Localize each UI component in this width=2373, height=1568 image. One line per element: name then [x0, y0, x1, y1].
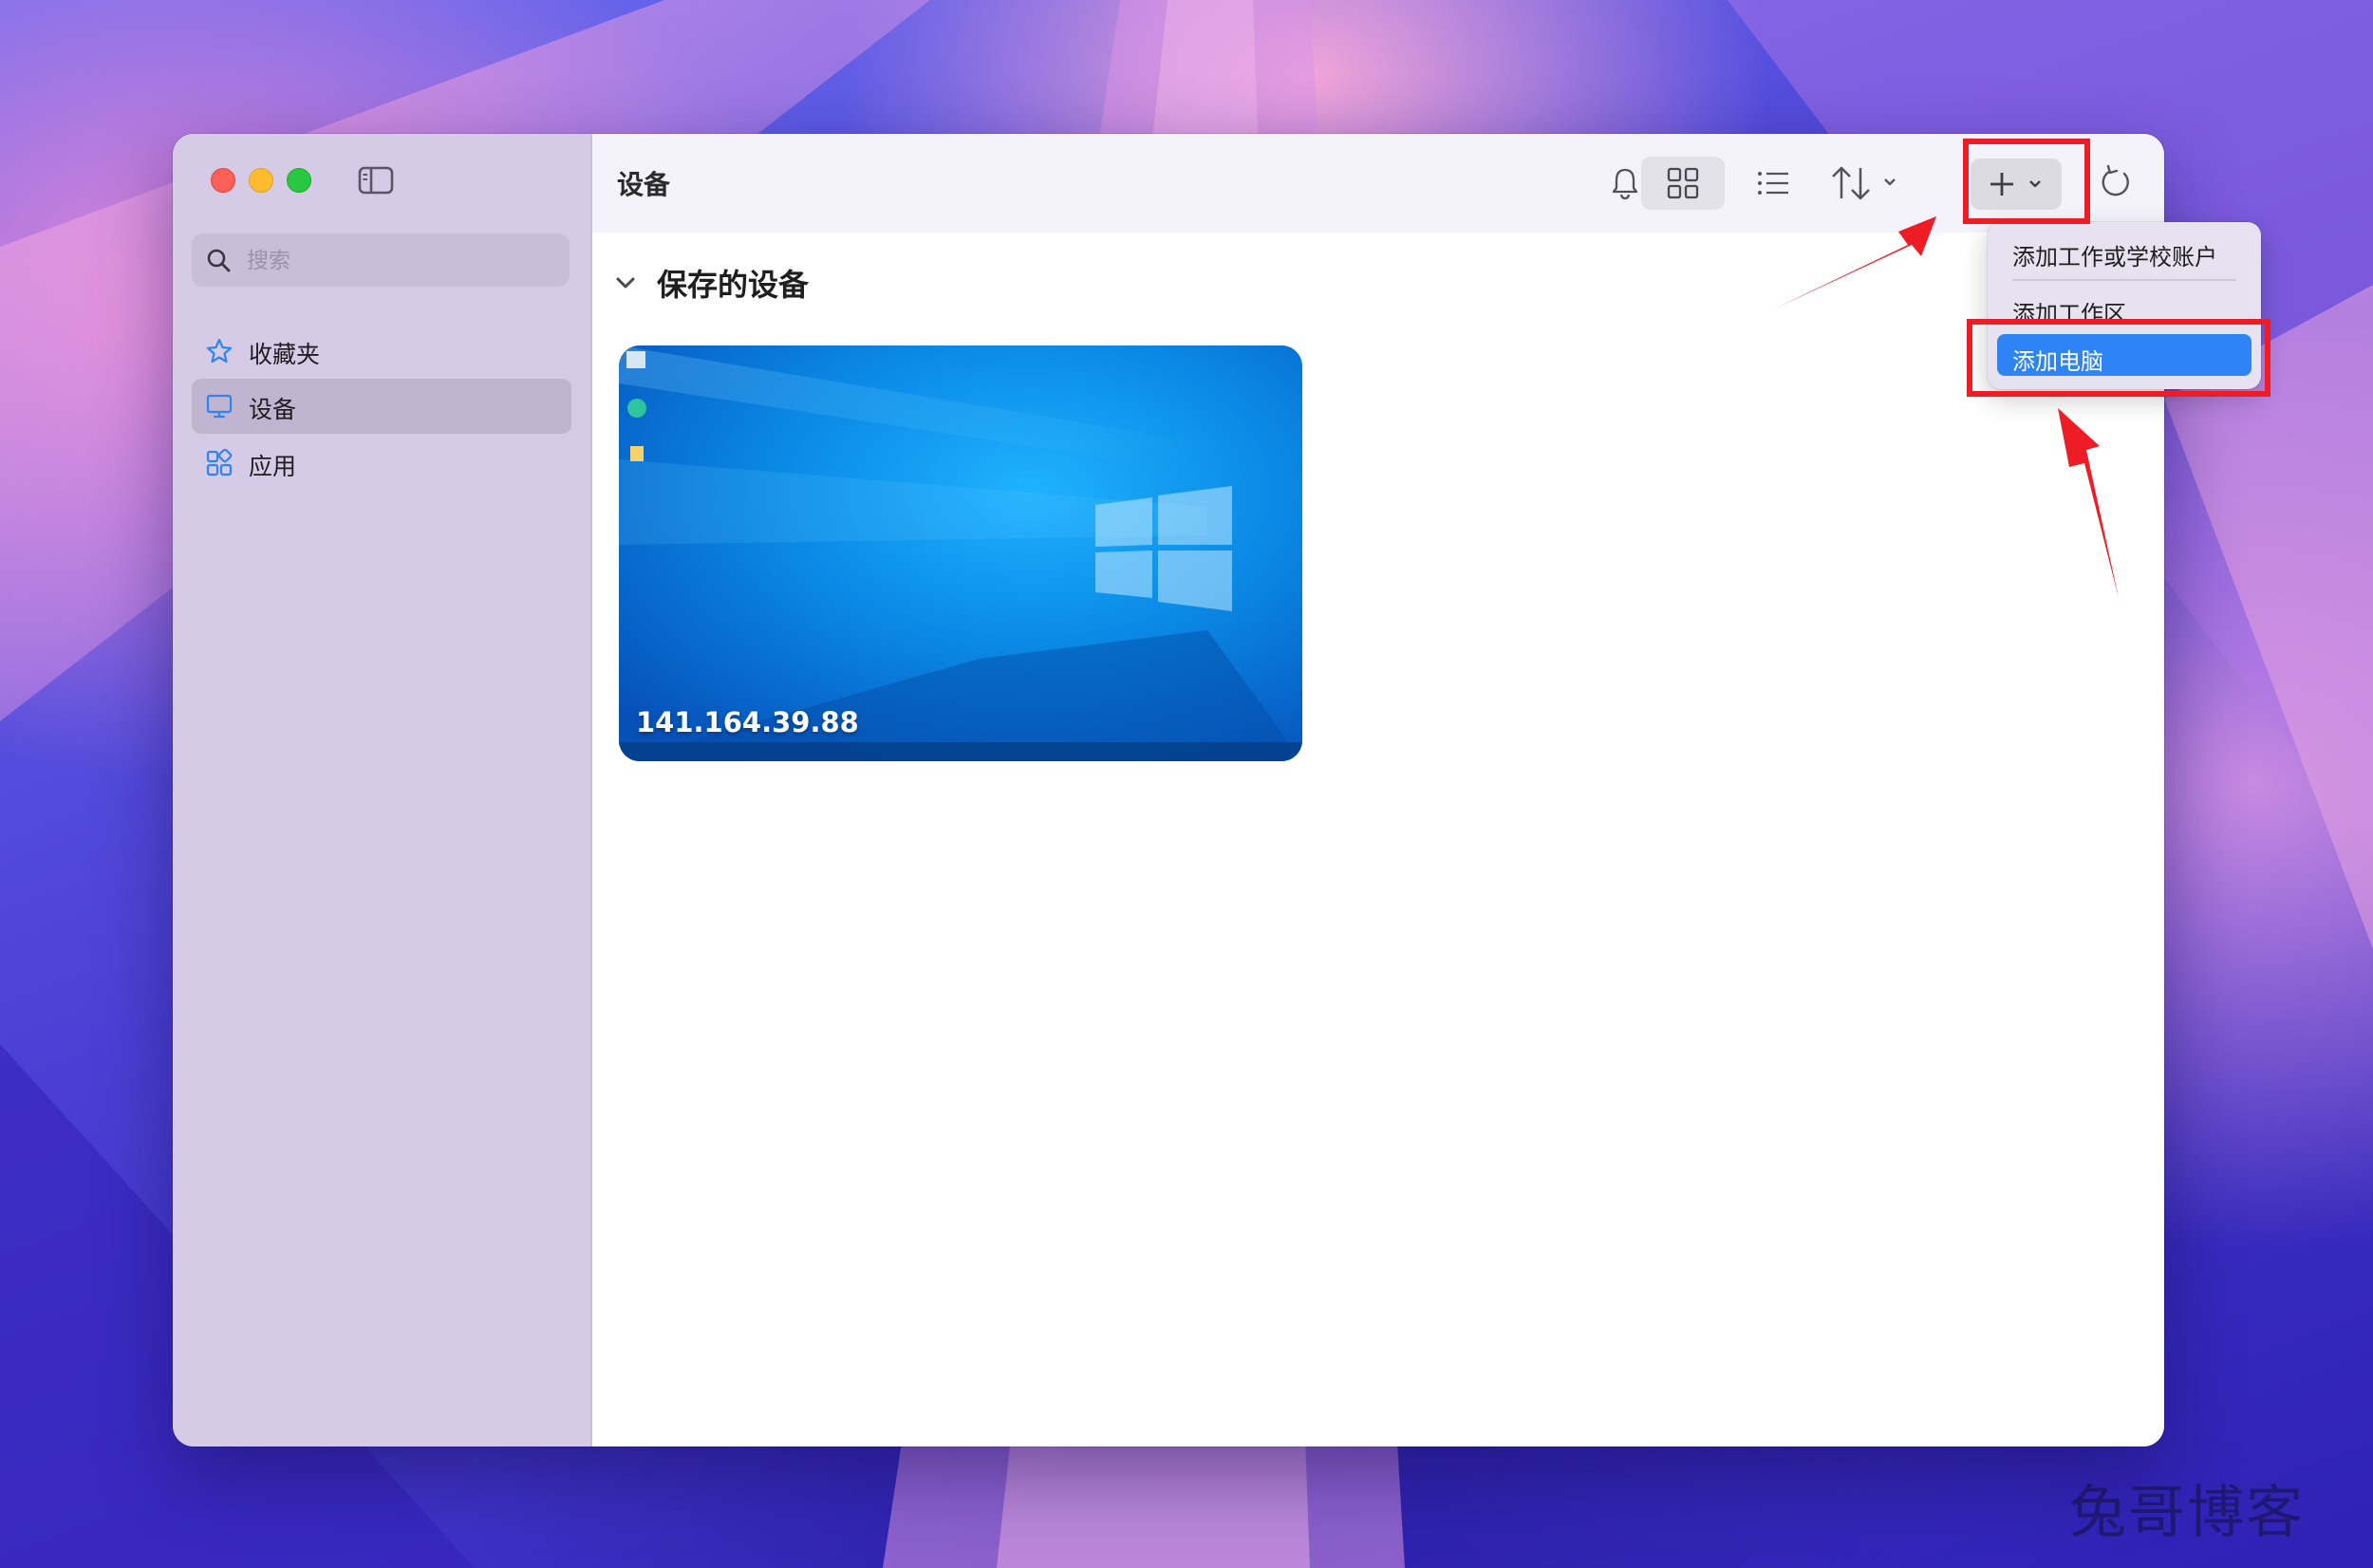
sidebar-item-label: 收藏夹: [249, 341, 321, 368]
menu-item-label: 添加工作或学校账户: [2012, 244, 2217, 271]
star-icon: [206, 338, 233, 364]
page-title: 设备: [617, 169, 671, 200]
sidebar-item-label: 设备: [249, 396, 297, 423]
sidebar-item-devices[interactable]: 设备: [192, 379, 571, 434]
apps-icon: [206, 449, 233, 476]
section-title: 保存的设备: [657, 267, 810, 303]
highlight-box-add-button: [1963, 139, 2090, 224]
sidebar-toggle-icon[interactable]: [358, 166, 394, 195]
sidebar-item-apps[interactable]: 应用: [192, 436, 571, 491]
close-window-button[interactable]: [211, 168, 235, 193]
menu-divider: [2012, 279, 2236, 281]
refresh-icon[interactable]: [2096, 162, 2138, 204]
grid-view-icon: [1667, 167, 1699, 199]
sidebar: 收藏夹 设备 应用: [173, 134, 592, 1447]
minimize-window-button[interactable]: [249, 168, 273, 193]
chevron-down-icon[interactable]: [613, 271, 638, 295]
device-card[interactable]: 141.164.39.88: [619, 345, 1302, 761]
sidebar-item-favorites[interactable]: 收藏夹: [192, 324, 571, 379]
desktop-thumbnail: [619, 345, 1302, 761]
list-view-icon[interactable]: [1752, 162, 1794, 204]
search-box[interactable]: [192, 233, 570, 287]
app-window: 收藏夹 设备 应用 设备: [173, 134, 2164, 1447]
main-content: 保存的设备 141.164.39.88: [592, 233, 2164, 1447]
search-icon: [207, 249, 231, 272]
search-input[interactable]: [245, 243, 552, 279]
toolbar: 设备: [592, 134, 2164, 233]
highlight-box-add-pc: [1967, 319, 2270, 397]
device-name: 141.164.39.88: [636, 706, 859, 738]
bell-icon[interactable]: [1606, 162, 1644, 204]
watermark: 兔哥博客: [2069, 1480, 2305, 1546]
sort-icon[interactable]: [1828, 162, 1914, 204]
sidebar-item-label: 应用: [249, 453, 297, 480]
monitor-icon: [206, 394, 233, 419]
menu-item-add-work-account[interactable]: 添加工作或学校账户: [1997, 230, 2252, 271]
grid-view-button[interactable]: [1641, 157, 1725, 210]
maximize-window-button[interactable]: [287, 168, 311, 193]
